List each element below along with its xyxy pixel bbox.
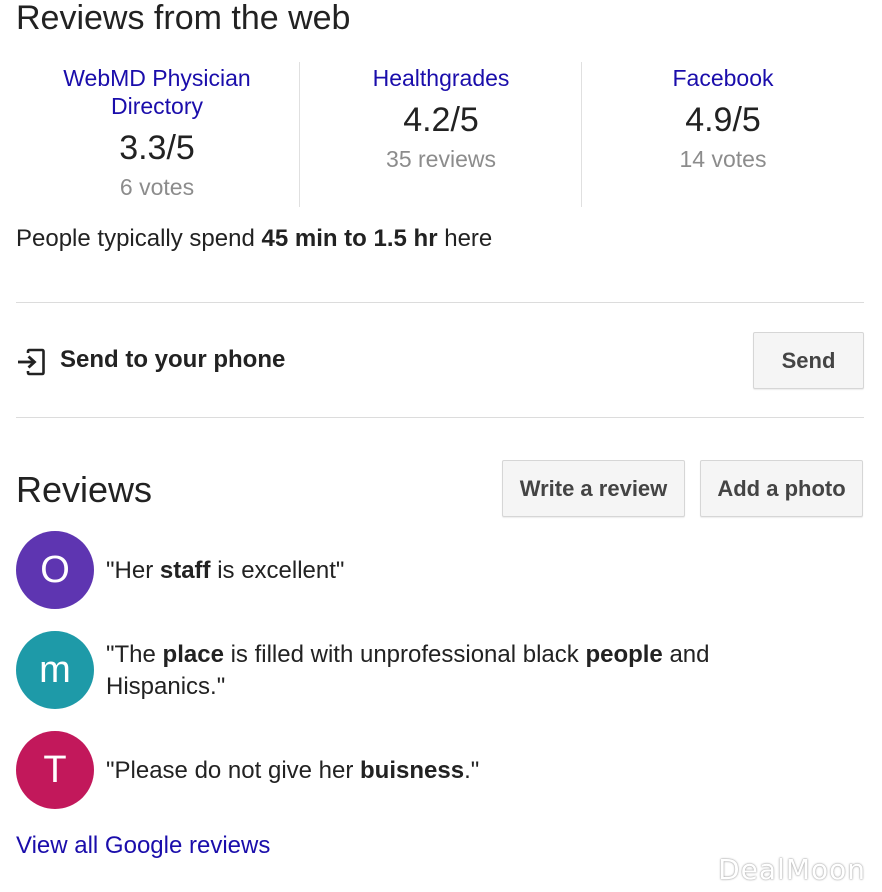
source-rating-healthgrades: 4.2/5 — [403, 101, 479, 139]
source-link-healthgrades[interactable]: Healthgrades — [300, 64, 582, 92]
send-to-phone-label[interactable]: Send to your phone — [60, 345, 285, 375]
source-rating-facebook: 4.9/5 — [685, 101, 761, 139]
review-snippet: "Her staff is excellent" — [106, 555, 826, 587]
review-text-part: is excellent" — [210, 557, 345, 584]
review-sources: WebMD Physician Directory 3.3/5 6 votes … — [16, 62, 864, 207]
write-review-button[interactable]: Write a review — [502, 460, 685, 517]
source-link-webmd[interactable]: WebMD Physician Directory — [16, 64, 298, 120]
review-text-part: "Her — [106, 557, 160, 584]
review-text-part: ." — [464, 757, 480, 784]
typical-duration: 45 min to 1.5 hr — [261, 225, 438, 252]
review-text-part: is filled with unprofessional black — [223, 641, 586, 668]
review-keyword: buisness — [360, 757, 465, 784]
review-text-part: "Please do not give her — [106, 757, 361, 784]
reviews-from-web-title: Reviews from the web — [16, 0, 351, 37]
source-count-healthgrades: 35 reviews — [386, 146, 496, 172]
typical-suffix: here — [437, 225, 493, 252]
send-button[interactable]: Send — [753, 332, 864, 389]
source-rating-webmd: 3.3/5 — [119, 129, 195, 167]
review-keyword: place — [162, 641, 224, 668]
source-webmd: WebMD Physician Directory 3.3/5 6 votes — [16, 62, 298, 207]
avatar: O — [16, 531, 94, 609]
review-keyword: people — [585, 641, 663, 668]
reviews-heading: Reviews — [16, 469, 153, 510]
typical-visit-duration: People typically spend 45 min to 1.5 hr … — [16, 224, 492, 254]
review-keyword: staff — [159, 557, 211, 584]
avatar: T — [16, 731, 94, 809]
add-photo-button[interactable]: Add a photo — [700, 460, 863, 517]
view-all-reviews-link[interactable]: View all Google reviews — [16, 831, 270, 861]
avatar: m — [16, 631, 94, 709]
source-count-facebook: 14 votes — [679, 146, 767, 172]
watermark: DealMoon — [718, 853, 866, 886]
divider — [16, 302, 864, 303]
review-snippet: "The place is filled with unprofessional… — [106, 639, 826, 703]
send-to-phone-icon — [18, 348, 45, 376]
divider — [16, 417, 864, 418]
send-to-phone-row: Send to your phone Send — [16, 332, 864, 390]
source-count-webmd: 6 votes — [119, 174, 195, 200]
review-snippet: "Please do not give her buisness." — [106, 755, 826, 787]
typical-prefix: People typically spend — [16, 225, 262, 252]
source-facebook: Facebook 4.9/5 14 votes — [581, 62, 864, 207]
source-link-facebook[interactable]: Facebook — [582, 64, 864, 92]
source-healthgrades: Healthgrades 4.2/5 35 reviews — [299, 62, 582, 207]
review-text-part: "The — [106, 641, 163, 668]
